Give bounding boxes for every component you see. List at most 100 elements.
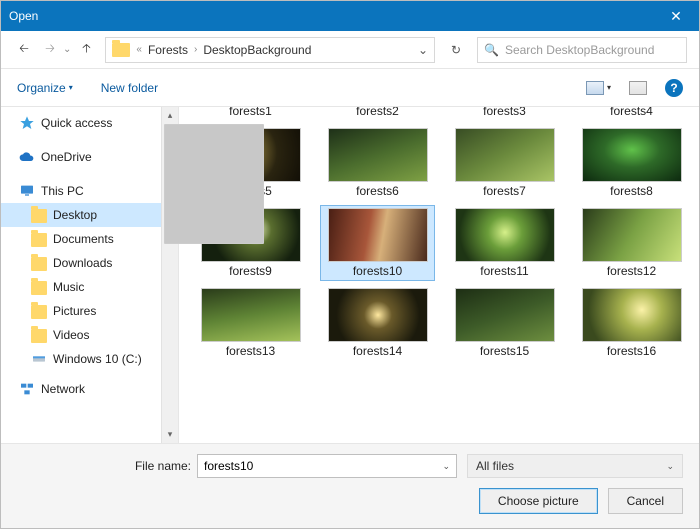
folder-icon [31,329,47,343]
file-caption: forests15 [480,344,529,358]
sidebar-label: Videos [53,328,89,342]
help-button[interactable]: ? [665,79,683,97]
sidebar-label: Pictures [53,304,96,318]
file-caption: forests16 [607,344,656,358]
file-item[interactable]: forests7 [447,125,562,201]
sidebar-item-onedrive[interactable]: OneDrive [1,145,161,169]
file-thumbnail [455,128,555,182]
file-thumbnail [455,288,555,342]
file-caption: forests7 [483,184,526,198]
folder-icon [31,305,47,319]
file-caption: forests8 [610,184,653,198]
sidebar-label: Desktop [53,208,97,222]
folder-icon [31,281,47,295]
file-item[interactable]: forests16 [574,285,689,361]
folder-icon [31,209,47,223]
folder-icon [31,233,47,247]
toolbar: Organize ▾ New folder ▾ ? [1,69,699,107]
new-folder-label: New folder [101,81,158,95]
breadcrumb-segment[interactable]: DesktopBackground [199,43,315,57]
file-item[interactable]: forests13 [193,285,308,361]
file-item[interactable]: forests2 [320,107,435,121]
close-button[interactable]: ✕ [661,8,691,25]
button-label: Cancel [627,494,664,508]
new-folder-button[interactable]: New folder [101,81,158,95]
sidebar-item-quick-access[interactable]: Quick access [1,111,161,135]
sidebar-label: Documents [53,232,114,246]
chevron-down-icon: ⌄ [442,461,450,472]
file-item[interactable]: forests8 [574,125,689,201]
filetype-filter[interactable]: All files ⌄ [467,454,683,478]
file-thumbnail [201,288,301,342]
file-item[interactable]: forests10 [320,205,435,281]
scroll-thumb[interactable] [164,124,264,244]
filename-value: forests10 [204,459,253,473]
file-item[interactable]: forests3 [447,107,562,121]
chevron-down-icon: ▾ [69,83,73,92]
dialog-body: Quick access OneDrive This PC Desktop [1,107,699,443]
file-thumbnail [455,208,555,262]
scroll-up-icon[interactable]: ▴ [162,107,178,124]
file-item[interactable]: forests1 [193,107,308,121]
file-caption: forests4 [610,107,653,118]
sidebar-item-music[interactable]: Music [1,275,161,299]
chevron-down-icon: ▾ [607,83,611,92]
sidebar-item-network[interactable]: Network [1,377,161,401]
folder-icon [112,43,130,57]
sidebar-label: Quick access [41,116,112,130]
file-item[interactable]: forests12 [574,205,689,281]
file-thumbnail [582,288,682,342]
sidebar-label: Network [41,382,85,396]
file-thumbnail [328,288,428,342]
search-box[interactable]: 🔍 [477,37,687,63]
sidebar-item-this-pc[interactable]: This PC [1,179,161,203]
filename-combo[interactable]: forests10 ⌄ [197,454,457,478]
sidebar-item-desktop[interactable]: Desktop [1,203,161,227]
sidebar-item-videos[interactable]: Videos [1,323,161,347]
file-item[interactable]: forests14 [320,285,435,361]
file-caption: forests2 [356,107,399,118]
sidebar-item-pictures[interactable]: Pictures [1,299,161,323]
sidebar-item-documents[interactable]: Documents [1,227,161,251]
breadcrumb-segment[interactable]: Forests [144,43,192,57]
sidebar-item-downloads[interactable]: Downloads [1,251,161,275]
drive-icon [31,351,47,367]
breadcrumb-sep-icon: « [136,44,142,55]
organize-button[interactable]: Organize ▾ [17,81,73,95]
up-button[interactable]: 🡡 [75,39,97,61]
back-button[interactable]: 🡠 [13,39,35,61]
file-item[interactable]: forests4 [574,107,689,121]
address-dropdown-icon[interactable]: ⌄ [414,38,432,62]
refresh-button[interactable]: ↻ [443,37,469,63]
cancel-button[interactable]: Cancel [608,488,683,514]
file-caption: forests13 [226,344,275,358]
preview-pane-button[interactable] [629,81,647,95]
star-icon [19,115,35,131]
recent-locations-button[interactable]: ⌄ [63,44,71,55]
search-icon: 🔍 [484,43,499,57]
file-caption: forests14 [353,344,402,358]
open-dialog: Open ✕ 🡠 🡢 ⌄ 🡡 « Forests › DesktopBackgr… [0,0,700,529]
search-input[interactable] [503,42,680,58]
sidebar-label: OneDrive [41,150,92,164]
file-item[interactable]: forests6 [320,125,435,201]
filename-label: File name: [17,459,197,473]
view-button[interactable]: ▾ [586,81,611,95]
file-caption: forests3 [483,107,526,118]
sidebar-scrollbar[interactable]: ▴ ▾ [161,107,178,443]
scroll-down-icon[interactable]: ▾ [162,426,178,443]
choose-picture-button[interactable]: Choose picture [479,488,598,514]
breadcrumb-sep-icon: › [194,44,197,55]
organize-label: Organize [17,81,66,95]
file-caption: forests10 [353,264,402,278]
forward-button[interactable]: 🡢 [39,39,61,61]
address-bar[interactable]: « Forests › DesktopBackground ⌄ [105,37,435,63]
footer: File name: forests10 ⌄ All files ⌄ Choos… [1,443,699,528]
nav-bar: 🡠 🡢 ⌄ 🡡 « Forests › DesktopBackground ⌄ … [1,31,699,69]
sidebar-item-local-disk[interactable]: Windows 10 (C:) [1,347,161,371]
sidebar-label: Music [53,280,84,294]
file-caption: forests11 [480,264,528,278]
file-item[interactable]: forests15 [447,285,562,361]
sidebar-label: This PC [41,184,84,198]
file-item[interactable]: forests11 [447,205,562,281]
